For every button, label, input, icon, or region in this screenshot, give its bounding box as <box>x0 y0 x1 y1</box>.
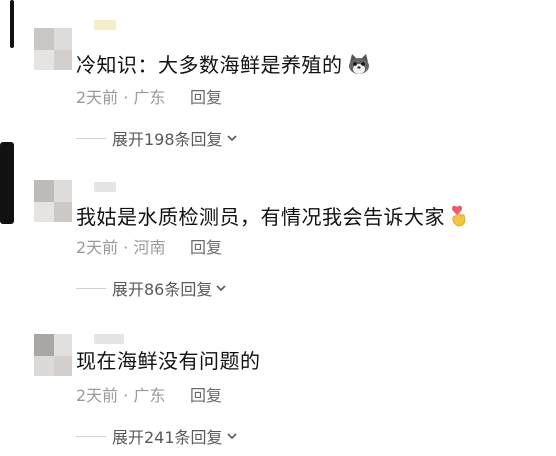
comment-location: 广东 <box>133 88 166 107</box>
divider-line <box>76 137 106 139</box>
comment-time: 2天前 <box>76 238 119 257</box>
dog-face-emoji-icon <box>347 53 371 80</box>
chevron-down-icon <box>226 430 238 442</box>
comment-item-3: 现在海鲜没有问题的 2天前 · 广东 回复 展开241条回复 <box>0 304 556 456</box>
comment-time: 2天前 <box>76 88 119 107</box>
comment-meta: 2天前 · 河南 <box>76 234 165 258</box>
reply-button[interactable]: 回复 <box>190 382 222 406</box>
comment-location: 河南 <box>133 238 166 257</box>
username-blurred[interactable] <box>94 20 116 30</box>
comment-meta: 2天前 · 广东 <box>76 382 165 406</box>
comment-time: 2天前 <box>76 386 119 405</box>
comment-text: 冷知识：大多数海鲜是养殖的 <box>76 49 371 80</box>
reply-button[interactable]: 回复 <box>190 234 222 258</box>
username-blurred[interactable] <box>94 334 124 344</box>
finger-heart-emoji-icon <box>449 205 469 232</box>
comment-text-content: 我姑是水质检测员，有情况我会告诉大家 <box>76 205 445 229</box>
comment-location: 广东 <box>133 386 166 405</box>
expand-replies-label: 展开86条回复 <box>112 280 213 299</box>
comment-text: 现在海鲜没有问题的 <box>76 345 261 374</box>
chevron-down-icon <box>226 132 238 144</box>
avatar[interactable] <box>34 334 72 376</box>
meta-separator: · <box>123 386 129 405</box>
comment-item-2: 我姑是水质检测员，有情况我会告诉大家 2天前 · 河南 回复 展开86条回复 <box>0 152 556 304</box>
expand-replies-label: 展开241条回复 <box>112 428 223 447</box>
chevron-down-icon <box>215 282 227 294</box>
username-blurred[interactable] <box>94 182 116 192</box>
comment-item-1: 冷知识：大多数海鲜是养殖的 2天前 · 广东 回复 展开198条回复 <box>0 0 556 152</box>
meta-separator: · <box>123 88 129 107</box>
reply-button[interactable]: 回复 <box>190 84 222 108</box>
expand-replies-button[interactable]: 展开241条回复 <box>76 424 238 448</box>
comment-text-content: 现在海鲜没有问题的 <box>76 349 261 373</box>
expand-replies-button[interactable]: 展开86条回复 <box>76 276 227 300</box>
divider-line <box>76 435 106 437</box>
avatar[interactable] <box>34 28 72 70</box>
expand-replies-label: 展开198条回复 <box>112 130 223 149</box>
divider-line <box>76 287 106 289</box>
comment-meta: 2天前 · 广东 <box>76 84 165 108</box>
expand-replies-button[interactable]: 展开198条回复 <box>76 126 238 150</box>
avatar[interactable] <box>34 180 72 222</box>
comment-text-content: 冷知识：大多数海鲜是养殖的 <box>76 53 343 77</box>
comment-text: 我姑是水质检测员，有情况我会告诉大家 <box>76 201 469 232</box>
meta-separator: · <box>123 238 129 257</box>
